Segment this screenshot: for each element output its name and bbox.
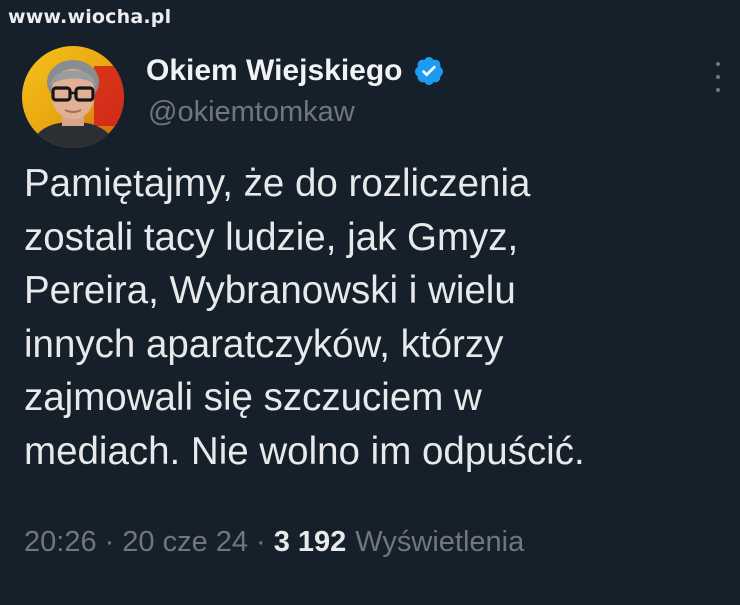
- more-dot: [716, 62, 720, 66]
- author-display-name[interactable]: Okiem Wiejskiego: [146, 54, 403, 88]
- meta-separator: ·: [104, 526, 115, 558]
- more-options-icon[interactable]: [706, 62, 730, 92]
- tweet-text-line: Pereira, Wybranowski i wielu: [24, 269, 516, 312]
- tweet-time[interactable]: 20:26: [24, 526, 97, 559]
- meta-separator: ·: [256, 526, 266, 558]
- views-label[interactable]: Wyświetlenia: [355, 526, 524, 559]
- avatar-photo: [22, 46, 124, 148]
- more-dot: [716, 88, 720, 92]
- tweet-text-line: mediach. Nie wolno im odpuścić.: [24, 429, 585, 473]
- verified-badge-icon: [413, 55, 445, 87]
- author-avatar[interactable]: [22, 46, 124, 148]
- tweet-text-line: zajmowali się szczuciem w: [24, 376, 482, 419]
- more-dot: [716, 75, 720, 79]
- tweet-text-line: innych aparatczyków, którzy: [24, 322, 504, 366]
- author-name-row[interactable]: Okiem Wiejskiego: [146, 51, 445, 91]
- tweet-date[interactable]: 20 cze 24: [122, 526, 248, 559]
- site-watermark: www.wiocha.pl: [8, 6, 172, 28]
- tweet-text-line: zostali tacy ludzie, jak Gmyz,: [24, 215, 519, 259]
- tweet-text-line: Pamiętajmy, że do rozliczenia: [24, 162, 531, 205]
- views-count: 3 192: [273, 526, 347, 558]
- tweet-meta: 20:26 · 20 cze 24 · 3 192 Wyświetlenia: [24, 526, 524, 559]
- tweet-body: Pamiętajmy, że do rozliczenia zostali ta…: [24, 157, 724, 478]
- author-handle[interactable]: @okiemtomkaw: [148, 96, 355, 129]
- tweet-screenshot: www.wiocha.pl Okiem Wiejskiego @okiemtom…: [0, 0, 740, 605]
